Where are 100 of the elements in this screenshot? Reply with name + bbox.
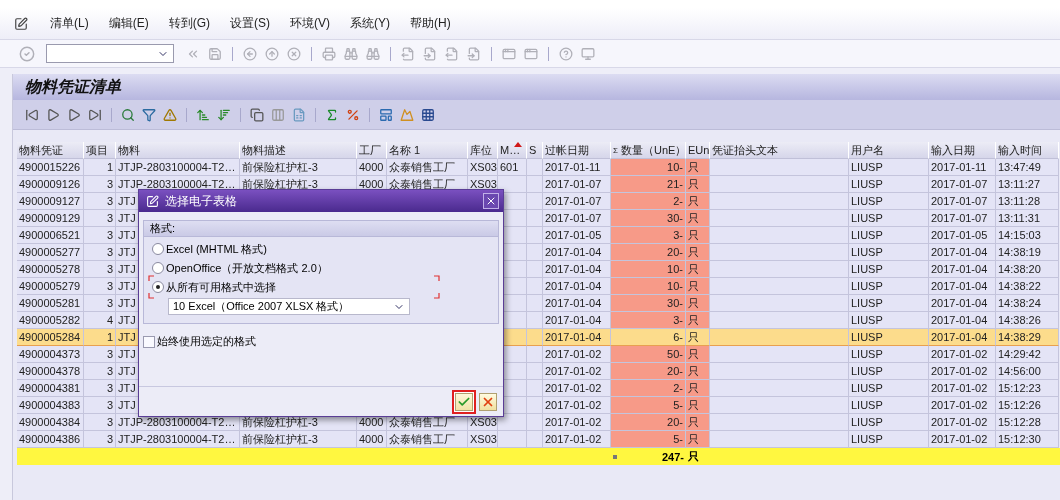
table-cell: LIUSP (849, 244, 929, 261)
table-cell: 14:38:19 (996, 244, 1059, 261)
table-cell: 13:11:27 (996, 176, 1059, 193)
table-cell: LIUSP (849, 380, 929, 397)
table-cell: 3 (84, 227, 116, 244)
table-cell: 10- (611, 261, 686, 278)
screen-title: 物料凭证清单 (25, 76, 121, 98)
table-cell: 2017-01-07 (543, 193, 611, 210)
table-cell: 3 (84, 380, 116, 397)
column-header[interactable]: 库位 (468, 142, 498, 159)
table-cell: LIUSP (849, 397, 929, 414)
menu-item[interactable]: 帮助(H) (410, 15, 451, 32)
table-cell: 2017-01-02 (929, 363, 996, 380)
menu-item[interactable]: 环境(V) (290, 15, 330, 32)
table-cell: LIUSP (849, 414, 929, 431)
table-cell: 只 (686, 176, 710, 193)
column-header[interactable]: 输入时间 (996, 142, 1059, 159)
column-header[interactable]: S (527, 142, 543, 159)
column-header[interactable]: 输入日期 (929, 142, 996, 159)
table-cell: 2017-01-02 (929, 380, 996, 397)
table-cell: 15:12:26 (996, 397, 1059, 414)
table-cell: 13:47:49 (996, 159, 1059, 176)
table-cell: 2017-01-04 (929, 244, 996, 261)
table-cell: 只 (686, 312, 710, 329)
menu-item[interactable]: 清单(L) (50, 15, 89, 32)
column-header[interactable]: 凭证抬头文本 (710, 142, 849, 159)
table-cell: 4900004384 (17, 414, 84, 431)
table-cell: 50- (611, 346, 686, 363)
table-cell: 4900015226 (17, 159, 84, 176)
table-cell: 3 (84, 363, 116, 380)
table-cell: 14:38:20 (996, 261, 1059, 278)
table-cell: 只 (686, 193, 710, 210)
table-cell: 只 (686, 329, 710, 346)
table-cell: 20- (611, 414, 686, 431)
table-cell: 2017-01-02 (543, 431, 611, 448)
table-cell: XS03 (468, 159, 498, 176)
table-cell: 前保险杠护杠-3 (240, 159, 357, 176)
column-header[interactable]: 物料凭证 (17, 142, 84, 159)
total-unit: 只 (688, 449, 699, 464)
table-cell: LIUSP (849, 261, 929, 278)
table-cell: 4900005281 (17, 295, 84, 312)
table-cell: 1 (84, 329, 116, 346)
table-cell: 2017-01-07 (929, 176, 996, 193)
table-cell: 3 (84, 244, 116, 261)
table-cell: 前保险杠护杠-3 (240, 431, 357, 448)
table-cell: 只 (686, 380, 710, 397)
table-cell: 2017-01-05 (929, 227, 996, 244)
table-cell: 15:12:23 (996, 380, 1059, 397)
table-cell: 14:56:00 (996, 363, 1059, 380)
table-cell: JTJP-2803100004-T2… (116, 431, 240, 448)
table-cell: LIUSP (849, 363, 929, 380)
table-cell: 20- (611, 244, 686, 261)
table-cell: 2017-01-02 (929, 414, 996, 431)
table-cell: 4900005277 (17, 244, 84, 261)
table-cell: LIUSP (849, 346, 929, 363)
table-cell: LIUSP (849, 227, 929, 244)
column-header[interactable]: 物料 (116, 142, 240, 159)
table-cell: 3 (84, 210, 116, 227)
table-cell: 3 (84, 176, 116, 193)
menu-item[interactable]: 设置(S) (230, 15, 270, 32)
column-header[interactable]: 项目 (84, 142, 116, 159)
table-cell: 15:12:28 (996, 414, 1059, 431)
table-cell: 只 (686, 159, 710, 176)
menu-item[interactable]: 系统(Y) (350, 15, 390, 32)
column-header[interactable]: Σ 数量（UnE） (611, 142, 686, 159)
column-header[interactable]: M… (498, 142, 527, 159)
column-header[interactable]: 物料描述 (240, 142, 357, 159)
column-header[interactable]: 工厂 (357, 142, 387, 159)
column-header[interactable]: 过帐日期 (543, 142, 611, 159)
table-cell: 4900005278 (17, 261, 84, 278)
table-cell: 4000 (357, 431, 387, 448)
table-cell: 3 (84, 431, 116, 448)
column-header[interactable]: EUn (686, 142, 710, 159)
table-cell: 4900004383 (17, 397, 84, 414)
table-cell: 6- (611, 329, 686, 346)
table-cell: 2017-01-11 (929, 159, 996, 176)
table-cell: 2017-01-04 (929, 278, 996, 295)
table-cell: 3 (84, 193, 116, 210)
menu-item[interactable]: 编辑(E) (108, 15, 149, 32)
table-cell: LIUSP (849, 159, 929, 176)
table-cell: 2017-01-04 (929, 295, 996, 312)
table-cell: 21- (611, 176, 686, 193)
table-cell: 3 (84, 414, 116, 431)
table-cell: 4900004381 (17, 380, 84, 397)
table-cell: 众泰销售工厂 (387, 431, 468, 448)
menu-item[interactable]: 转到(G) (168, 15, 210, 32)
table-cell: 2- (611, 380, 686, 397)
table-cell: 2017-01-05 (543, 227, 611, 244)
column-header[interactable]: 用户名 (849, 142, 929, 159)
format-dropdown[interactable]: 10 Excel（Office 2007 XLSX 格式） (168, 298, 410, 315)
table-cell: 4900006521 (17, 227, 84, 244)
table-cell: 2017-01-04 (543, 312, 611, 329)
table-cell: 4900005279 (17, 278, 84, 295)
table-cell: 2017-01-04 (929, 329, 996, 346)
table-cell: 3- (611, 227, 686, 244)
table-cell: 2017-01-02 (543, 414, 611, 431)
table-cell: 14:38:29 (996, 329, 1059, 346)
column-header[interactable]: 名称 1 (387, 142, 468, 159)
table-cell: 2017-01-02 (929, 346, 996, 363)
table-cell: 3 (84, 397, 116, 414)
